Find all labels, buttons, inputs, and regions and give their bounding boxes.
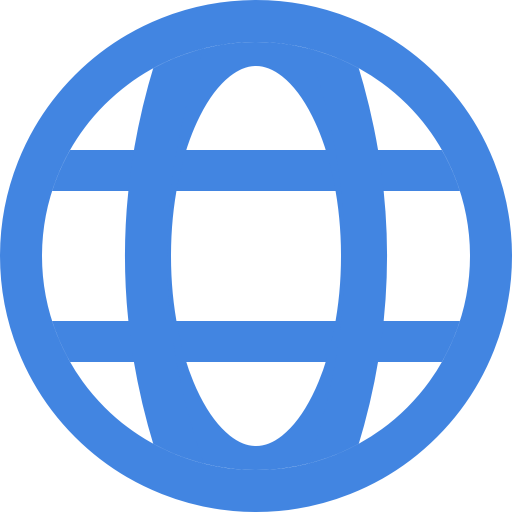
globe-icon — [0, 0, 512, 512]
globe-icon-canvas — [0, 0, 512, 512]
globe-latitude-upper — [42, 150, 470, 191]
globe-latitude-lower — [42, 321, 470, 362]
globe-outer-ring — [0, 0, 512, 512]
